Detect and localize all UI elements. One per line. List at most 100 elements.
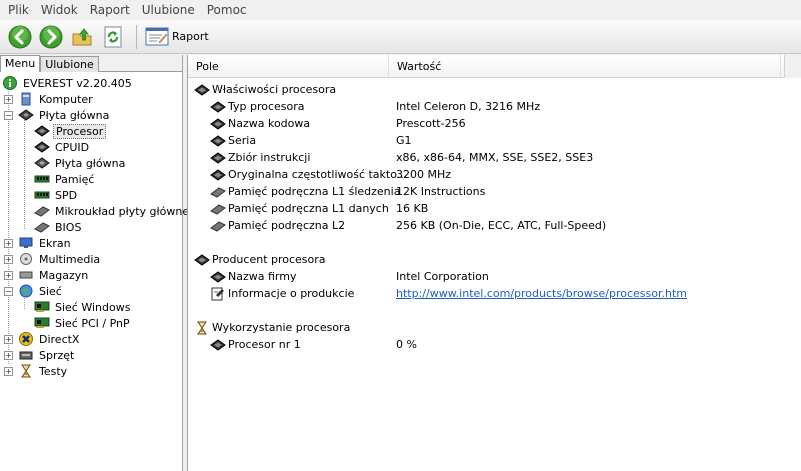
motherboard-icon [18,108,34,122]
table-row[interactable]: Oryginalna częstotliwość takto... [210,166,407,183]
table-row[interactable]: Seria [210,132,256,149]
report-button[interactable]: Raport [145,23,209,51]
group-header-props[interactable]: Właściwości procesora [194,81,336,98]
cpu-icon [194,83,210,97]
menu-plik[interactable]: Plik [2,0,35,20]
expand-icon[interactable]: + [4,270,13,280]
toolbar: Raport [0,20,801,54]
folder-up-icon [72,27,92,45]
globe-icon [18,284,34,298]
field-value: 12K Instructions [396,185,486,198]
group-header-usage[interactable]: Wykorzystanie procesora [194,319,350,336]
field-label: Nazwa kodowa [228,117,311,130]
tree-item-testy[interactable]: + Testy [0,363,182,379]
chipset-icon [34,204,50,218]
cpu-icon [210,270,226,284]
memory-icon [34,172,50,186]
forward-button[interactable] [37,23,65,51]
product-info-link[interactable]: http://www.intel.com/products/browse/pro… [396,287,687,300]
tree-item-komputer[interactable]: + Komputer [0,91,182,107]
tree-item-plyta-glowna[interactable]: − Płyta główna [0,107,182,123]
cache-chip-icon [210,202,226,216]
tree-item-pamiec[interactable]: Pamięć [0,171,182,187]
collapse-icon[interactable]: − [4,286,13,296]
cpu-icon [34,124,50,138]
group-header-vendor[interactable]: Producent procesora [194,251,326,268]
cpu-icon [210,151,226,165]
table-row[interactable]: Nazwa kodowa [210,115,310,132]
tree-item-ekran[interactable]: + Ekran [0,235,182,251]
tree-item-siec-windows[interactable]: Sieć Windows [0,299,182,315]
tree-item-siec[interactable]: − Sieć [0,283,182,299]
menu-widok[interactable]: Widok [35,0,84,20]
menu-bar: Plik Widok Raport Ulubione Pomoc [0,0,801,20]
forward-arrow-icon [39,25,63,48]
expand-icon[interactable]: + [4,366,13,376]
cpu-icon [34,140,50,154]
field-value: Intel Corporation [396,270,489,283]
menu-pomoc[interactable]: Pomoc [201,0,253,20]
cache-chip-icon [210,219,226,233]
cpu-icon [210,117,226,131]
field-value: Prescott-256 [396,117,466,130]
field-label: Seria [228,134,257,147]
field-label: Typ procesora [228,100,305,113]
table-row[interactable]: Pamięć podręczna L2 [210,217,345,234]
column-header-value[interactable]: Wartość [389,55,781,77]
field-label: Oryginalna częstotliwość takto... [228,168,408,181]
column-header-field[interactable]: Pole [188,55,389,77]
refresh-icon [104,26,122,47]
bios-chip-icon [34,220,50,234]
back-button[interactable] [6,23,34,51]
field-value: x86, x86-64, MMX, SSE, SSE2, SSE3 [396,151,594,164]
expand-icon[interactable]: + [4,334,13,344]
tree-item-siec-pci[interactable]: Sieć PCI / PnP [0,315,182,331]
expand-icon[interactable]: + [4,94,13,104]
tree-item-directx[interactable]: + DirectX [0,331,182,347]
tree-item-multimedia[interactable]: + Multimedia [0,251,182,267]
field-label: Zbiór instrukcji [228,151,311,164]
collapse-icon[interactable]: − [4,110,13,120]
field-value: 16 KB [396,202,429,215]
details-panel: Pole Wartość Właściwości procesora Typ p… [187,55,801,471]
cache-chip-icon [210,185,226,199]
tree-item-chipset[interactable]: Mikroukład płyty głównej [0,203,192,219]
table-row[interactable]: Pamięć podręczna L1 danych [210,200,389,217]
menu-raport[interactable]: Raport [84,0,136,20]
back-arrow-icon [8,25,32,48]
field-value: http://www.intel.com/products/browse/pro… [396,285,687,302]
tree-item-spd[interactable]: SPD [0,187,182,203]
directx-icon [18,332,34,346]
monitor-icon [18,236,34,250]
memory-icon [34,188,50,202]
network-card-icon [34,300,50,314]
report-label: Raport [172,30,209,43]
expand-icon[interactable]: + [4,254,13,264]
table-row[interactable]: Pamięć podręczna L1 śledzenia [210,183,400,200]
tree-item-procesor[interactable]: Procesor [0,123,182,139]
tree-item-cpuid[interactable]: CPUID [0,139,182,155]
cpu-icon [210,168,226,182]
hourglass-icon [194,321,210,335]
tree-item-bios[interactable]: BIOS [0,219,182,235]
expand-icon[interactable]: + [4,238,13,248]
table-row[interactable]: Procesor nr 1 [210,336,301,353]
tab-favorites[interactable]: Ulubione [40,56,99,72]
tab-menu[interactable]: Menu [0,55,41,72]
table-row[interactable]: Zbiór instrukcji [210,149,310,166]
expand-icon[interactable]: + [4,350,13,360]
up-folder-button[interactable] [68,23,96,51]
table-row[interactable]: Nazwa firmy [210,268,296,285]
cpu-icon [210,134,226,148]
hourglass-icon [18,364,34,378]
tree-item-sprzet[interactable]: + Sprzęt [0,347,182,363]
table-row[interactable]: Informacje o produkcie [210,285,354,302]
multimedia-icon [18,252,34,266]
menu-ulubione[interactable]: Ulubione [136,0,201,20]
info-icon [2,76,18,90]
table-row[interactable]: Typ procesora [210,98,305,115]
refresh-button[interactable] [99,23,127,51]
tree-item-plyta-glowna-sub[interactable]: Płyta główna [0,155,182,171]
tree-item-magazyn[interactable]: + Magazyn [0,267,182,283]
tree-item-root[interactable]: EVEREST v2.20.405 [0,75,182,91]
